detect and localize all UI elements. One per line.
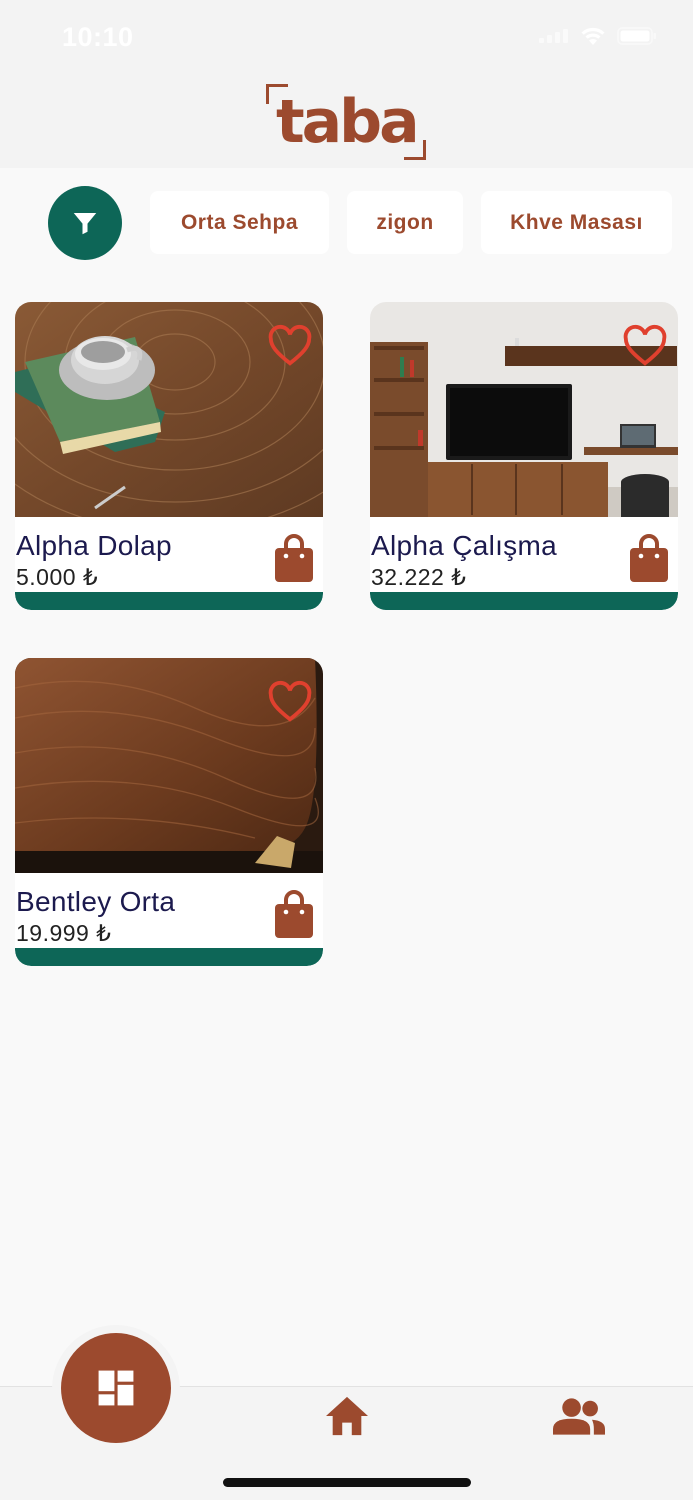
product-price: 5.000 ₺ (16, 564, 99, 590)
product-card[interactable]: Alpha Dolap 5.000 ₺ (15, 302, 323, 610)
filter-icon (73, 213, 97, 235)
logo-text: taba (276, 87, 420, 157)
category-chip-khve-masasi[interactable]: Khve Masası (481, 191, 672, 254)
home-indicator (223, 1478, 471, 1487)
category-chip-orta-sehpa[interactable]: Orta Sehpa (150, 191, 329, 254)
dashboard-icon (98, 1370, 134, 1406)
status-time: 10:10 (62, 22, 134, 52)
battery-icon (617, 27, 656, 45)
shopping-bag-icon[interactable] (273, 890, 315, 940)
favorite-heart-icon[interactable] (267, 324, 313, 368)
product-name: Alpha Dolap (16, 530, 172, 561)
card-footer-bar (15, 948, 323, 966)
favorite-heart-icon[interactable] (267, 680, 313, 724)
shopping-bag-icon[interactable] (273, 534, 315, 584)
product-price: 32.222 ₺ (371, 564, 467, 590)
dashboard-button[interactable] (61, 1333, 171, 1443)
wifi-icon (581, 27, 605, 45)
people-icon[interactable] (553, 1397, 605, 1435)
taba-logo[interactable]: taba (262, 82, 432, 160)
home-icon[interactable] (324, 1395, 370, 1437)
status-bar: 10:10 (0, 0, 693, 70)
shopping-bag-icon[interactable] (628, 534, 670, 584)
status-icons (539, 26, 657, 46)
signal-icon (539, 29, 568, 43)
card-footer-bar (370, 592, 678, 610)
app-header: taba (0, 70, 693, 168)
favorite-heart-icon[interactable] (622, 324, 668, 368)
category-chip-zigon[interactable]: zigon (347, 191, 463, 254)
product-card[interactable]: Bentley Orta 19.999 ₺ (15, 658, 323, 966)
product-name: Bentley Orta (16, 886, 176, 917)
product-price: 19.999 ₺ (16, 920, 112, 946)
filter-row: Orta Sehpa zigon Khve Masası (0, 186, 693, 260)
logo-bracket-bottom-right (404, 140, 426, 160)
filter-button[interactable] (48, 186, 122, 260)
product-name: Alpha Çalışma (371, 530, 557, 561)
product-card[interactable]: Alpha Çalışma 32.222 ₺ (370, 302, 678, 610)
card-footer-bar (15, 592, 323, 610)
